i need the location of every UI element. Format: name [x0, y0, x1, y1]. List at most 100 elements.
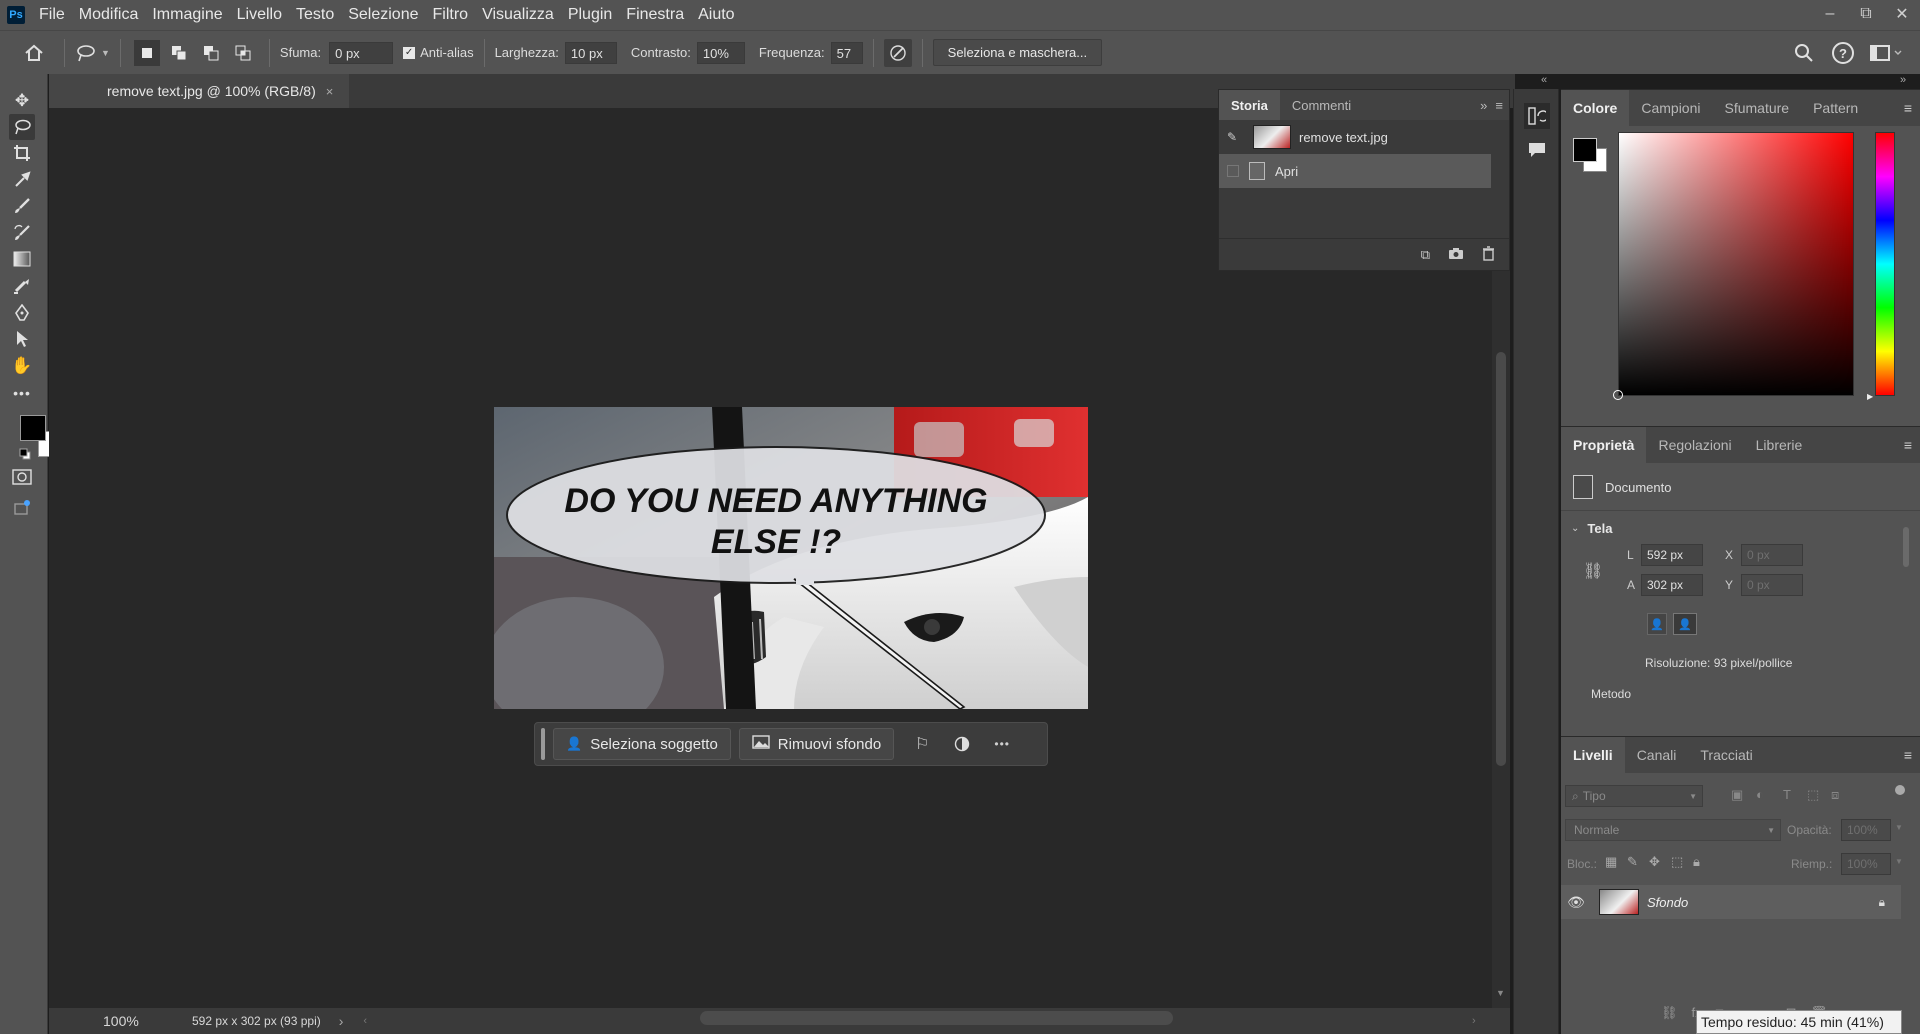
- scroll-down-icon[interactable]: ▼: [1496, 988, 1505, 998]
- generative-icon[interactable]: [9, 495, 35, 521]
- workspace-icon[interactable]: [1870, 43, 1904, 66]
- close-window-button[interactable]: ✕: [1884, 0, 1920, 28]
- frequency-input[interactable]: 57: [830, 41, 863, 64]
- hue-slider-handle-icon[interactable]: ▶: [1867, 392, 1873, 401]
- history-panel-icon[interactable]: [1524, 103, 1550, 129]
- flag-icon[interactable]: ⚐: [902, 728, 942, 760]
- new-document-from-state-icon[interactable]: ⧉: [1421, 247, 1430, 263]
- lock-all-icon[interactable]: 🔒︎: [1693, 854, 1700, 870]
- eyedropper-tool-icon[interactable]: [9, 167, 35, 193]
- menu-livello[interactable]: Livello: [237, 6, 282, 24]
- tab-commenti[interactable]: Commenti: [1280, 90, 1363, 120]
- menu-file[interactable]: File: [39, 6, 65, 24]
- add-to-selection-icon[interactable]: [166, 40, 192, 66]
- move-tool-icon[interactable]: ✥: [9, 88, 35, 114]
- fill-field[interactable]: 100%: [1841, 853, 1891, 875]
- crop-tool-icon[interactable]: [9, 140, 35, 166]
- link-layers-icon[interactable]: ⛓: [1661, 1005, 1678, 1021]
- history-brush-source-icon[interactable]: ✎: [1227, 130, 1245, 144]
- history-source-checkbox[interactable]: [1227, 165, 1239, 177]
- collapse-panel-icon[interactable]: »: [1480, 98, 1487, 113]
- remove-background-button[interactable]: Rimuovi sfondo: [738, 728, 895, 760]
- tab-livelli[interactable]: Livelli: [1561, 737, 1625, 773]
- filter-shape-icon[interactable]: ⬚: [1807, 787, 1819, 803]
- opacity-field[interactable]: 100%: [1841, 819, 1891, 841]
- intersect-selection-icon[interactable]: [230, 40, 256, 66]
- hue-slider[interactable]: [1875, 132, 1895, 396]
- menu-filtro[interactable]: Filtro: [433, 6, 469, 24]
- adjustment-icon[interactable]: [942, 728, 982, 760]
- feather-input[interactable]: 0 px: [329, 41, 394, 64]
- new-selection-icon[interactable]: [133, 39, 160, 66]
- menu-testo[interactable]: Testo: [296, 6, 334, 24]
- vertical-scroll-thumb[interactable]: [1496, 352, 1506, 766]
- select-and-mask-button[interactable]: Seleziona e maschera...: [932, 39, 1103, 66]
- menu-immagine[interactable]: Immagine: [152, 6, 222, 24]
- home-icon[interactable]: [14, 44, 54, 62]
- status-menu-arrow[interactable]: ›: [339, 1013, 344, 1029]
- tab-librerie[interactable]: Librerie: [1744, 427, 1815, 463]
- select-subject-button[interactable]: 👤 Seleziona soggetto: [553, 728, 731, 760]
- foreground-color-swatch[interactable]: [20, 415, 46, 441]
- filter-smart-object-icon[interactable]: ⧈: [1831, 787, 1839, 803]
- color-picker-handle[interactable]: [1613, 390, 1623, 400]
- menu-modifica[interactable]: Modifica: [79, 6, 139, 24]
- tab-campioni[interactable]: Campioni: [1629, 90, 1712, 126]
- path-selection-tool-icon[interactable]: [9, 326, 35, 352]
- filter-pixel-icon[interactable]: ▣: [1731, 787, 1743, 803]
- portrait-orientation-icon[interactable]: 👤: [1647, 613, 1667, 635]
- chevron-down-icon[interactable]: ▼: [101, 48, 110, 58]
- lock-pixels-icon[interactable]: ✎: [1627, 854, 1638, 870]
- saturation-brightness-field[interactable]: [1618, 132, 1854, 396]
- pen-tool-icon[interactable]: [9, 300, 35, 326]
- filter-type-icon[interactable]: T: [1783, 787, 1791, 802]
- canvas-width-field[interactable]: 592 px: [1641, 544, 1703, 566]
- magnetic-lasso-icon[interactable]: ▼: [75, 43, 110, 63]
- scroll-left-icon[interactable]: ‹: [363, 1015, 367, 1027]
- camera-icon[interactable]: [1448, 247, 1464, 263]
- quick-mask-icon[interactable]: [9, 464, 35, 490]
- lock-position-icon[interactable]: ✥: [1649, 854, 1660, 870]
- blend-mode-select[interactable]: Normale ▼: [1565, 819, 1781, 841]
- foreground-swatch[interactable]: [1573, 138, 1597, 162]
- layer-row[interactable]: 👁︎ Sfondo 🔒︎: [1561, 885, 1901, 919]
- chevron-down-icon[interactable]: ▼: [1895, 823, 1903, 832]
- menu-finestra[interactable]: Finestra: [626, 6, 684, 24]
- tab-colore[interactable]: Colore: [1561, 90, 1630, 126]
- panel-dock-collapse-icon[interactable]: «: [1541, 74, 1547, 86]
- tab-sfumature[interactable]: Sfumature: [1712, 90, 1801, 126]
- menu-plugin[interactable]: Plugin: [568, 6, 612, 24]
- layer-filter-field[interactable]: ⌕ Tipo ▼: [1565, 785, 1703, 807]
- tab-canali[interactable]: Canali: [1625, 737, 1689, 773]
- default-colors-icon[interactable]: [19, 448, 31, 460]
- tab-regolazioni[interactable]: Regolazioni: [1646, 427, 1743, 463]
- filter-adjustment-icon[interactable]: ◐: [1756, 787, 1764, 802]
- tab-proprieta[interactable]: Proprietà: [1561, 427, 1647, 463]
- width-input[interactable]: 10 px: [564, 41, 617, 64]
- trash-icon[interactable]: [1482, 245, 1495, 264]
- lasso-tool-icon[interactable]: [9, 114, 35, 140]
- document-image[interactable]: DO YOU NEED ANYTHING ELSE !?: [494, 407, 1088, 709]
- comment-panel-icon[interactable]: [1527, 141, 1547, 162]
- more-options-icon[interactable]: •••: [982, 728, 1022, 760]
- close-tab-icon[interactable]: ×: [326, 84, 334, 99]
- lock-artboard-icon[interactable]: ⬚: [1671, 854, 1683, 870]
- history-brush-tool-icon[interactable]: [9, 220, 35, 246]
- panel-menu-icon[interactable]: ≡: [1495, 98, 1503, 113]
- history-step-row[interactable]: Apri: [1219, 154, 1491, 188]
- subtract-from-selection-icon[interactable]: [198, 40, 224, 66]
- chevron-down-icon[interactable]: ▼: [1895, 857, 1903, 866]
- dodge-tool-icon[interactable]: [9, 273, 35, 299]
- properties-panel-menu-icon[interactable]: ≡: [1904, 437, 1912, 453]
- right-dock-collapse-icon[interactable]: »: [1900, 74, 1906, 86]
- zoom-level[interactable]: 100%: [103, 1013, 183, 1029]
- properties-scrollbar[interactable]: [1901, 511, 1911, 681]
- canvas-x-field[interactable]: 0 px: [1741, 544, 1803, 566]
- brush-tool-icon[interactable]: [9, 193, 35, 219]
- horizontal-scroll-thumb[interactable]: [700, 1011, 1173, 1025]
- canvas-y-field[interactable]: 0 px: [1741, 574, 1803, 596]
- layers-panel-menu-icon[interactable]: ≡: [1904, 747, 1912, 763]
- document-tab[interactable]: remove text.jpg @ 100% (RGB/8) ×: [49, 74, 349, 108]
- eye-icon[interactable]: 👁︎: [1561, 894, 1591, 911]
- color-panel-menu-icon[interactable]: ≡: [1904, 100, 1912, 116]
